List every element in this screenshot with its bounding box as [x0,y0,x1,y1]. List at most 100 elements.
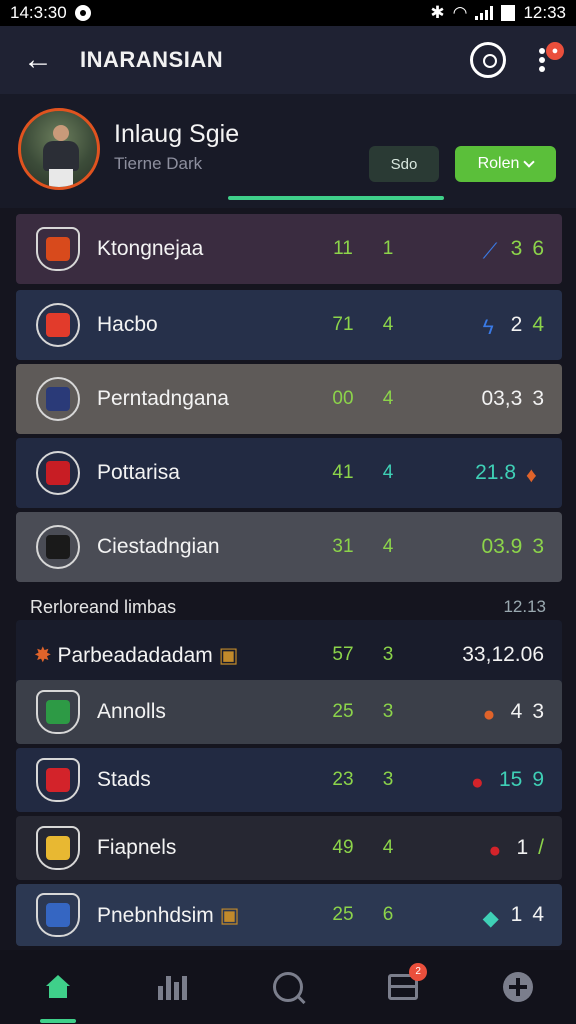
stat-rank: 4 [382,314,394,335]
stat-points: 1 [510,903,523,926]
team-crest-icon [36,758,80,802]
stat-points: 03.9 [481,535,523,558]
team-crest-icon [36,451,80,495]
plus-icon [503,972,534,1002]
section-meta: 12.13 [503,597,546,616]
list-item[interactable]: Pnebnhdsim ▣ 25 6 ◆ 1 4 [16,884,562,946]
stat-rank: 4 [382,837,394,858]
list-item[interactable]: Annolls 25 3 ● 4 3 [16,680,562,744]
stat-extra: 4 [532,313,544,336]
team-crest-icon [36,525,80,569]
flame-icon: ♦ [526,464,537,487]
nav-stats[interactable] [143,957,203,1017]
stat-rank: 6 [382,904,394,925]
team-name: Annolls [97,700,166,723]
team-name: Fiapnels [97,836,177,859]
team-name: Stads [97,768,151,791]
team-crest-icon [36,690,80,734]
list-item[interactable]: Pottarisa 41 4 21.8 ♦ [16,438,562,508]
stat-extra: 3 [532,387,544,410]
team-badge-icon: ● [488,839,502,862]
active-tab-indicator [228,196,444,200]
stat-extra: / [538,836,544,859]
team-crest-icon [36,377,80,421]
home-icon [45,975,71,999]
stat-played: 41 [332,462,354,483]
list-item[interactable]: Ktongnejaa 11 1 ⟋ 3 6 [16,214,562,284]
stats-icon [158,974,188,1000]
stat-played: 31 [332,536,354,557]
stat-rank: 4 [382,462,394,483]
team-badge-icon: ◆ [482,907,499,930]
team-name-text: Pnebnhdsim [97,903,214,927]
nav-home[interactable] [28,957,88,1023]
star-icon: ✸ [34,643,52,667]
list-item[interactable]: Ciestadngian 31 4 03.9 3 [16,512,562,582]
list-item[interactable]: Stads 23 3 ● 15 9 [16,748,562,812]
stat-rank: 3 [382,769,394,790]
stat-points: 33,12.06 [462,643,544,666]
team-name: Hacbo [97,313,158,336]
stat-extra: 6 [532,237,544,260]
stat-points: 1 [516,836,529,859]
nav-add[interactable] [488,957,548,1017]
secondary-button[interactable]: Sdo [369,146,439,182]
nav-search[interactable] [258,957,318,1017]
stat-played: 57 [332,644,354,665]
list-item[interactable]: Hacbo 71 4 ϟ 2 4 [16,290,562,360]
badge-icon: ▣ [219,903,240,927]
team-name: Perntadngana [97,387,229,410]
stat-played: 49 [332,837,354,858]
status-time-right: 12:33 [523,3,566,22]
team-name: ✸ Parbeadadadam ▣ [34,643,238,668]
team-name-text: Parbeadadadam [57,643,213,667]
battery-icon [501,5,516,21]
team-name: Pnebnhdsim ▣ [97,903,239,928]
back-arrow-icon[interactable]: ← [18,40,58,80]
badge-icon: ▣ [218,643,239,667]
trend-icon: ⟋ [482,240,498,263]
stat-rank: 3 [382,701,394,722]
team-name: Ktongnejaa [97,237,204,260]
stat-rank: 4 [382,536,394,557]
more-menu-icon[interactable]: ● [528,40,564,80]
profile-subtitle: Tierne Dark [114,154,203,173]
list-item[interactable]: Fiapnels 49 4 ● 1 / [16,816,562,880]
status-bar: 14:3:30 ✱ ◠ 12:33 [0,0,576,26]
app-title: INARANSIAN [80,47,224,72]
bottom-nav: 2 [0,950,576,1024]
stat-points: 3 [510,237,523,260]
profile-header: Inlaug Sgie Tierne Dark Sdo Rolen [0,94,576,208]
bluetooth-icon: ✱ [430,3,445,22]
lightning-icon: ϟ [482,316,494,339]
stat-points: 03,3 [481,387,523,410]
notification-icon [74,5,91,21]
team-name: Ciestadngian [97,535,220,558]
team-badge-icon: ● [482,703,496,726]
signal-icon [475,6,494,20]
role-dropdown-label: Rolen [477,155,520,172]
nav-inbox[interactable]: 2 [373,957,433,1017]
avatar[interactable] [18,108,100,190]
status-time: 14:3:30 [10,3,67,22]
stat-points: 21.8 [475,461,516,484]
team-crest-icon [36,893,80,937]
wifi-icon: ◠ [452,3,468,22]
team-crest-icon [36,303,80,347]
section-title: Rerloreand limbas [30,597,177,617]
stat-played: 25 [332,904,354,925]
active-nav-indicator [39,1019,76,1023]
stat-rank: 3 [382,644,394,665]
chevron-down-icon [523,156,536,168]
list-item[interactable]: Perntadngana 00 4 03,3 3 [16,364,562,434]
stat-rank: 1 [382,238,394,259]
stat-extra: 4 [532,903,544,926]
team-name: Pottarisa [97,461,180,484]
stat-extra: 9 [532,768,544,791]
profile-name: Inlaug Sgie [114,120,240,148]
search-icon[interactable] [470,42,506,78]
stat-played: 11 [333,238,353,259]
stat-points: 15 [498,768,523,791]
role-dropdown-button[interactable]: Rolen [455,146,556,182]
stat-rank: 4 [382,388,394,409]
